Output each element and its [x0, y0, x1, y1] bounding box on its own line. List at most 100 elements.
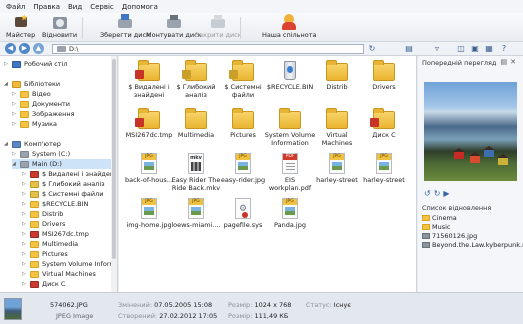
tree-item-computer[interactable]: ◢ Комп'ютер [4, 139, 61, 149]
recovery-list-item[interactable]: Music [422, 223, 451, 231]
address-field[interactable]: D:\ [52, 44, 364, 54]
back-icon[interactable]: ◀ [5, 43, 16, 54]
tree-item-folder[interactable]: ▷ Distrib [22, 209, 63, 219]
expand-icon[interactable]: ▷ [22, 201, 28, 207]
tree-item-folder[interactable]: ▷ $ Глибокий аналіз [22, 179, 105, 189]
file-item[interactable]: harley-street [358, 153, 410, 185]
tree-item-folder[interactable]: ▷ $ Видалені і знайдені [22, 169, 116, 179]
tree-label: Drivers [42, 220, 66, 228]
layout-tree-icon[interactable]: ◫ [456, 44, 466, 54]
file-item[interactable]: $ Глибокий аналіз [170, 60, 222, 99]
expand-icon[interactable]: ▷ [22, 261, 28, 267]
expand-icon[interactable]: ▷ [4, 61, 10, 67]
menu-tools[interactable]: Сервіс [90, 3, 114, 11]
scrollbar-thumb[interactable] [112, 59, 116, 259]
file-item[interactable]: MSI267dc.tmp [123, 108, 175, 140]
tree-label: System Volume Informati [42, 260, 118, 268]
file-item[interactable]: Multimedia [170, 108, 222, 140]
expand-icon[interactable]: ▷ [22, 181, 28, 187]
file-item[interactable]: Virtual Machines [311, 108, 363, 147]
wizard-button[interactable]: Майстер [6, 14, 35, 39]
file-item[interactable]: System Volume Information [264, 108, 316, 147]
file-item[interactable]: $ Системні файли [217, 60, 269, 99]
file-item[interactable]: Drivers [358, 60, 410, 92]
menu-help[interactable]: Допомога [122, 3, 158, 11]
restore-button[interactable]: Відновити [42, 14, 77, 39]
tree-item-folder[interactable]: ▷ Pictures [22, 249, 68, 259]
expand-icon[interactable]: ▷ [12, 111, 18, 117]
file-name: $RECYCLE.BIN [266, 83, 314, 91]
file-item[interactable]: EIS workplan.pdf [264, 153, 316, 192]
recovery-list-item[interactable]: 71560126.jpg [422, 232, 477, 240]
expand-icon[interactable]: ▷ [12, 121, 18, 127]
file-item[interactable]: Диск С [358, 108, 410, 140]
tree-item-folder[interactable]: ▷ System Volume Informati [22, 259, 118, 269]
tree-item-folder[interactable]: ▷ Drivers [22, 219, 65, 229]
view-mode-icon[interactable]: ▤ [404, 44, 414, 54]
expand-icon[interactable]: ▷ [22, 211, 28, 217]
preview-pin-icon[interactable]: ▤✕ [501, 58, 519, 66]
menu-view[interactable]: Вид [68, 3, 82, 11]
expand-icon[interactable]: ▷ [12, 101, 18, 107]
expand-icon[interactable]: ▷ [22, 231, 28, 237]
collapse-icon[interactable]: ◢ [4, 141, 10, 147]
tree-item-folder[interactable]: ▷ MSI267dc.tmp [22, 229, 89, 239]
image-file-icon [422, 233, 430, 239]
tree-item-system-c[interactable]: ▷ System (C:) [12, 149, 70, 159]
expand-icon[interactable]: ▷ [22, 251, 28, 257]
file-item[interactable]: harley-street [311, 153, 363, 185]
tree-item-folder[interactable]: ▷ Multimedia [22, 239, 78, 249]
file-item[interactable]: $RECYCLE.BIN [264, 60, 316, 92]
tree-item-folder[interactable]: ▷ $RECYCLE.BIN [22, 199, 88, 209]
refresh-icon[interactable]: ↻ [367, 44, 377, 54]
tree-item-music[interactable]: ▷ Музика [12, 119, 57, 129]
tree-item-folder[interactable]: ▷ $ Системні файли [22, 189, 104, 199]
rotate-icon[interactable]: ↺↻▶ [424, 189, 453, 198]
file-item[interactable]: $ Видалені і знайдені [123, 60, 175, 99]
file-item[interactable]: Pictures [217, 108, 269, 140]
tree-item-folder[interactable]: ▷ Virtual Machines [22, 269, 96, 279]
tree-item-folder[interactable]: ▷ Диск С [22, 279, 65, 289]
tree-item-libraries[interactable]: ◢ Бібліотеки [4, 79, 60, 89]
recovery-list-item[interactable]: Beyond.the.Law.kyberpunk.mkv [422, 241, 523, 249]
tree-label: Робочий стіл [24, 60, 68, 68]
save-disk-button[interactable]: Зберегти диск [100, 14, 150, 39]
expand-icon[interactable]: ▷ [12, 91, 18, 97]
up-icon[interactable]: ▲ [33, 43, 44, 54]
collapse-icon[interactable]: ◢ [12, 161, 18, 167]
expand-icon[interactable]: ▷ [22, 171, 28, 177]
file-item[interactable]: loews-miami.... [170, 198, 222, 230]
file-item[interactable]: img-home.jpg [123, 198, 175, 230]
help-icon[interactable]: ? [499, 44, 509, 54]
expand-icon[interactable]: ▷ [12, 151, 18, 157]
tree-item-video[interactable]: ▷ Відео [12, 89, 51, 99]
file-item[interactable]: Easy Rider The Ride Back.mkv [170, 153, 222, 192]
tree-scrollbar[interactable] [111, 56, 117, 292]
file-item[interactable]: pagefile.sys [217, 198, 269, 230]
tree-item-images[interactable]: ▷ Зображення [12, 109, 75, 119]
status-thumbnail [4, 298, 22, 320]
expand-icon[interactable]: ▷ [22, 221, 28, 227]
forward-icon[interactable]: ▶ [19, 43, 30, 54]
file-item[interactable]: easy-rider.jpg [217, 153, 269, 185]
recovery-list-item[interactable]: Cinema [422, 214, 457, 222]
menu-edit[interactable]: Правка [33, 3, 60, 11]
file-item[interactable]: back-of-hous... [123, 153, 175, 185]
community-button[interactable]: Наша спільнота [262, 14, 316, 39]
layout-preview-icon[interactable]: ▣ [470, 44, 480, 54]
tree-item-documents[interactable]: ▷ Документи [12, 99, 70, 109]
expand-icon[interactable]: ▷ [22, 241, 28, 247]
tree-item-main-d[interactable]: ◢ Main (D:) [12, 159, 112, 169]
expand-icon[interactable]: ▷ [22, 271, 28, 277]
collapse-icon[interactable]: ◢ [4, 81, 10, 87]
filter-icon[interactable]: ▿ [432, 44, 442, 54]
menu-file[interactable]: Файл [6, 3, 25, 11]
expand-icon[interactable]: ▷ [22, 191, 28, 197]
file-item[interactable]: Panda.jpg [264, 198, 316, 230]
tree-item-desktop[interactable]: ▷ Робочий стіл [4, 59, 68, 69]
expand-icon[interactable]: ▷ [22, 281, 28, 287]
close-disk-button[interactable]: Закрити диск [195, 14, 242, 39]
layout-list-icon[interactable]: ▦ [484, 44, 494, 54]
file-item[interactable]: Distrib [311, 60, 363, 92]
mount-disk-button[interactable]: Монтувати диск [146, 14, 202, 39]
